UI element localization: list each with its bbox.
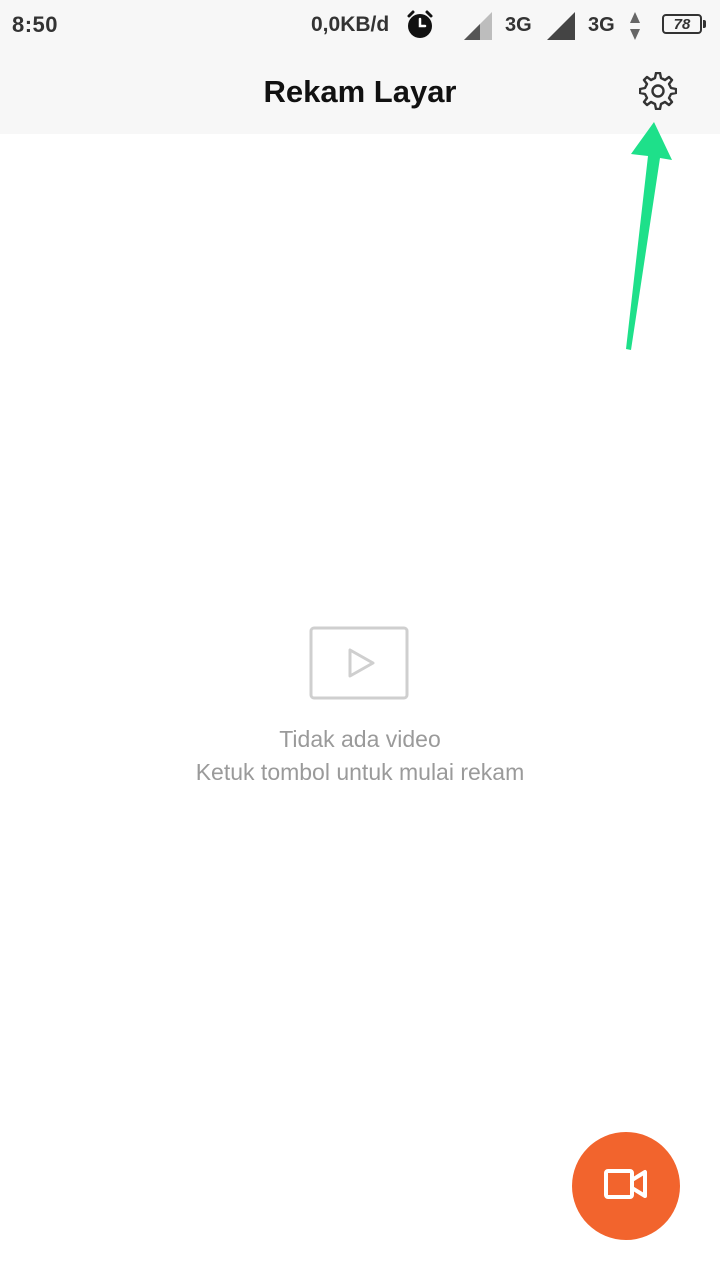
empty-state-subtitle: Ketuk tombol untuk mulai rekam bbox=[195, 759, 525, 785]
video-play-icon bbox=[309, 626, 409, 705]
battery-level: 78 bbox=[673, 15, 691, 33]
signal-strength-icon-sim1 bbox=[462, 11, 494, 46]
video-camera-icon bbox=[603, 1167, 649, 1206]
network-speed: 0,0KB/d bbox=[311, 13, 390, 36]
gear-icon bbox=[638, 71, 678, 115]
annotation-arrow bbox=[600, 118, 690, 358]
data-activity-icon bbox=[629, 11, 641, 46]
status-time: 8:50 bbox=[12, 12, 59, 37]
screen-recorder-screen: 8:50 0,0KB/d 3G 3G 78 Rekam Layar Tidak … bbox=[0, 0, 720, 1280]
battery-tip bbox=[703, 20, 706, 28]
signal-strength-icon-sim2 bbox=[545, 11, 577, 46]
alarm-clock-icon bbox=[404, 9, 436, 46]
app-bar: Rekam Layar bbox=[0, 52, 720, 134]
sim1-network-type: 3G bbox=[505, 14, 532, 36]
settings-button[interactable] bbox=[633, 68, 683, 118]
status-bar: 8:50 0,0KB/d 3G 3G 78 bbox=[0, 0, 720, 52]
empty-state-title: Tidak ada video bbox=[279, 726, 441, 752]
battery-indicator: 78 bbox=[662, 14, 702, 34]
start-recording-button[interactable] bbox=[572, 1132, 680, 1240]
page-title: Rekam Layar bbox=[263, 74, 457, 109]
sim2-network-type: 3G bbox=[588, 14, 615, 36]
